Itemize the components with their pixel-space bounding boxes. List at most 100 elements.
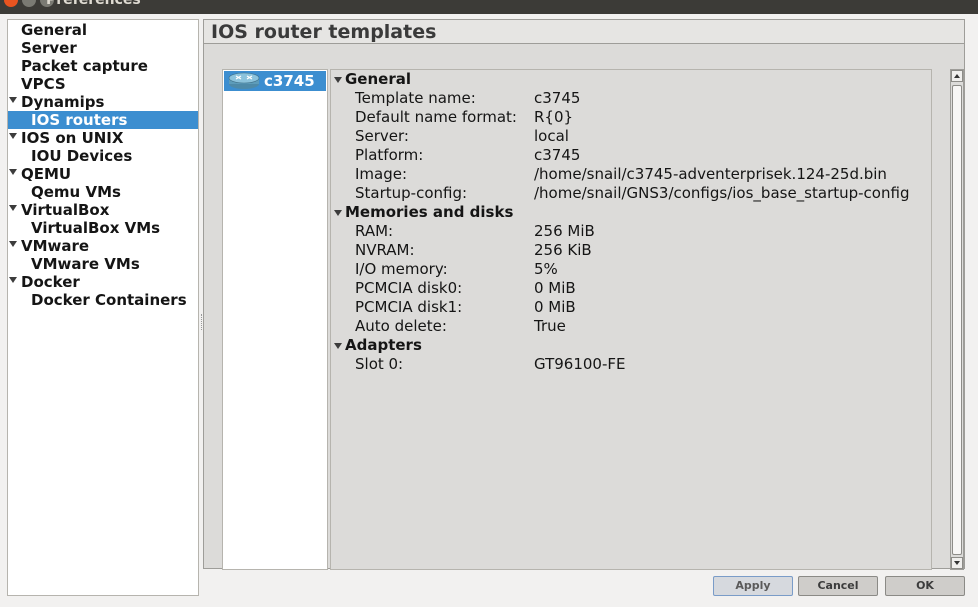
- sidebar-item-label: IOS on UNIX: [21, 129, 124, 147]
- scrollbar-thumb[interactable]: [952, 85, 962, 555]
- property-value: 5%: [534, 260, 558, 278]
- apply-button-label: Apply: [735, 579, 771, 592]
- expand-arrow-icon[interactable]: [9, 241, 17, 247]
- minimize-window-icon[interactable]: [22, 0, 36, 7]
- sidebar-item-label: Packet capture: [21, 57, 148, 75]
- section-header[interactable]: Memories and disks: [331, 203, 513, 222]
- expand-arrow-icon[interactable]: [9, 97, 17, 103]
- expand-arrow-icon[interactable]: [9, 277, 17, 283]
- sidebar-item-label: VMware: [21, 237, 90, 255]
- sidebar-item-vmware[interactable]: VMware: [8, 237, 198, 255]
- sidebar-item-ios-routers[interactable]: IOS routers: [8, 111, 198, 129]
- property-key: Startup-config:: [355, 184, 468, 202]
- property-value: GT96100-FE: [534, 355, 626, 373]
- property-value: 256 KiB: [534, 241, 592, 259]
- property-key: Default name format:: [355, 108, 517, 126]
- property-value: True: [534, 317, 566, 335]
- sidebar-item-label: IOU Devices: [31, 147, 133, 165]
- ok-button[interactable]: OK: [885, 576, 965, 596]
- scroll-up-button[interactable]: [951, 70, 963, 82]
- collapse-arrow-icon[interactable]: [334, 210, 342, 216]
- templates-list: c3745: [222, 69, 328, 570]
- panel-header: IOS router templates: [204, 20, 964, 44]
- sidebar-item-docker-containers[interactable]: Docker Containers: [8, 291, 198, 309]
- sidebar-item-label: Docker Containers: [31, 291, 187, 309]
- sidebar-item-vpcs[interactable]: VPCS: [8, 75, 198, 93]
- property-key: Auto delete:: [355, 317, 447, 335]
- details-scrollbar[interactable]: [950, 69, 964, 570]
- ios-router-templates-panel: IOS router templates c3745 General Templa…: [203, 19, 965, 570]
- property-key: Platform:: [355, 146, 424, 164]
- property-key: PCMCIA disk1:: [355, 298, 463, 316]
- property-value: 256 MiB: [534, 222, 595, 240]
- panel-title: IOS router templates: [211, 21, 437, 43]
- sidebar-item-label: IOS routers: [31, 111, 128, 129]
- property-key: Image:: [355, 165, 408, 183]
- sidebar-item-qemu-vms[interactable]: Qemu VMs: [8, 183, 198, 201]
- sidebar-item-label: VMware VMs: [31, 255, 140, 273]
- expand-arrow-icon[interactable]: [9, 133, 17, 139]
- property-value: 0 MiB: [534, 298, 576, 316]
- section-header[interactable]: Adapters: [331, 336, 422, 355]
- preferences-dialog: General Server Packet capture VPCS Dynamips I…: [0, 14, 978, 607]
- router-icon: [228, 72, 260, 89]
- sidebar-item-server[interactable]: Server: [8, 39, 198, 57]
- sidebar-item-iou-devices[interactable]: IOU Devices: [8, 147, 198, 165]
- ok-button-label: OK: [916, 579, 934, 592]
- arrow-up-icon: [954, 74, 960, 78]
- template-details-tree: General Template name: c3745 Default name f…: [330, 69, 932, 570]
- collapse-arrow-icon[interactable]: [334, 77, 342, 83]
- preferences-category-tree: General Server Packet capture VPCS Dynamips I…: [7, 19, 199, 596]
- template-item-label: c3745: [264, 72, 315, 90]
- cancel-button-label: Cancel: [817, 579, 859, 592]
- sidebar-item-qemu[interactable]: QEMU: [8, 165, 198, 183]
- sidebar-item-general[interactable]: General: [8, 21, 198, 39]
- template-item-c3745[interactable]: c3745: [224, 71, 326, 91]
- collapse-arrow-icon[interactable]: [334, 343, 342, 349]
- cancel-button[interactable]: Cancel: [798, 576, 878, 596]
- section-header[interactable]: General: [331, 70, 411, 89]
- sidebar-item-label: QEMU: [21, 165, 72, 183]
- sidebar-item-label: VPCS: [21, 75, 66, 93]
- property-key: I/O memory:: [355, 260, 448, 278]
- sidebar-item-virtualbox[interactable]: VirtualBox: [8, 201, 198, 219]
- details-splitter-handle[interactable]: [330, 360, 331, 376]
- sidebar-item-dynamips[interactable]: Dynamips: [8, 93, 198, 111]
- property-value: /home/snail/c3745-adventerprisek.124-25d…: [534, 165, 887, 183]
- property-value: c3745: [534, 89, 581, 107]
- sidebar-item-vmware-vms[interactable]: VMware VMs: [8, 255, 198, 273]
- property-value: /home/snail/GNS3/configs/ios_base_startu…: [534, 184, 910, 202]
- section-title: Memories and disks: [345, 203, 514, 221]
- property-key: PCMCIA disk0:: [355, 279, 463, 297]
- property-key: RAM:: [355, 222, 394, 240]
- apply-button[interactable]: Apply: [713, 576, 793, 596]
- expand-arrow-icon[interactable]: [9, 169, 17, 175]
- property-key: NVRAM:: [355, 241, 415, 259]
- property-value: R{0}: [534, 108, 574, 126]
- sidebar-item-label: Docker: [21, 273, 80, 291]
- section-title: General: [345, 70, 411, 88]
- property-key: Server:: [355, 127, 409, 145]
- sidebar-item-virtualbox-vms[interactable]: VirtualBox VMs: [8, 219, 198, 237]
- property-value: c3745: [534, 146, 581, 164]
- sidebar-item-label: General: [21, 21, 87, 39]
- sidebar-item-ios-on-unix[interactable]: IOS on UNIX: [8, 129, 198, 147]
- sidebar-item-label: VirtualBox VMs: [31, 219, 161, 237]
- sidebar-item-label: Dynamips: [21, 93, 105, 111]
- sidebar-item-packet-capture[interactable]: Packet capture: [8, 57, 198, 75]
- section-title: Adapters: [345, 336, 422, 354]
- property-value: 0 MiB: [534, 279, 576, 297]
- sidebar-item-label: Server: [21, 39, 77, 57]
- expand-arrow-icon[interactable]: [9, 205, 17, 211]
- scroll-down-button[interactable]: [951, 557, 963, 569]
- sidebar-item-label: VirtualBox: [21, 201, 110, 219]
- window-title: Preferences: [46, 0, 141, 8]
- sidebar-item-docker[interactable]: Docker: [8, 273, 198, 291]
- title-bar: Preferences: [0, 0, 978, 14]
- sidebar-item-label: Qemu VMs: [31, 183, 121, 201]
- property-key: Template name:: [355, 89, 476, 107]
- close-window-icon[interactable]: [4, 0, 18, 7]
- property-value: local: [534, 127, 569, 145]
- property-key: Slot 0:: [355, 355, 404, 373]
- arrow-down-icon: [954, 561, 960, 565]
